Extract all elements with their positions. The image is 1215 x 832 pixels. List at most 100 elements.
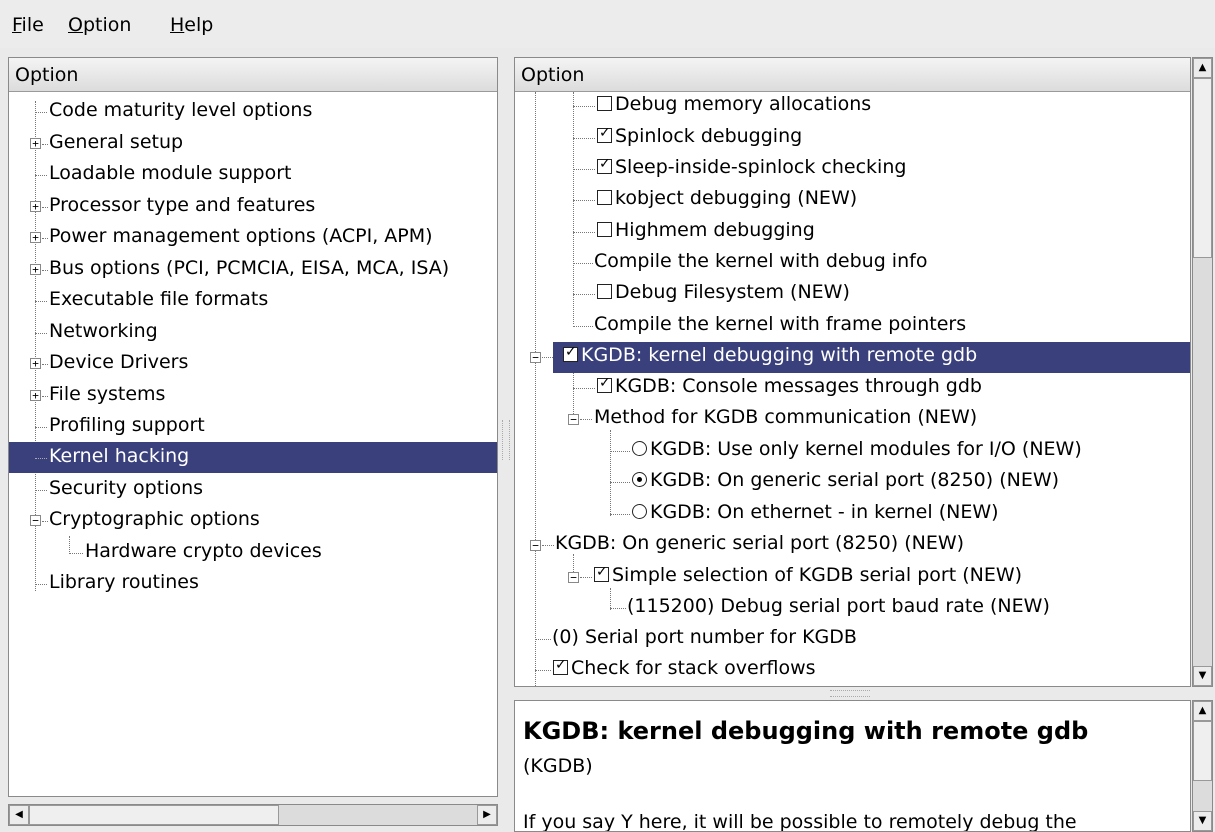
option-stack-overflows[interactable]: Check for stack overflows bbox=[515, 656, 1190, 686]
scroll-down-arrow-icon[interactable]: ▼ bbox=[1193, 811, 1212, 831]
vertical-scroll-thumb[interactable] bbox=[1193, 78, 1212, 258]
checkbox-checked[interactable] bbox=[563, 344, 578, 362]
scroll-right-arrow-icon[interactable]: ▶ bbox=[477, 805, 497, 825]
tree-item-bus-options[interactable]: + Bus options (PCI, PCMCIA, EISA, MCA, I… bbox=[9, 254, 497, 285]
checkbox[interactable] bbox=[597, 222, 612, 237]
option-serial-port-number[interactable]: (0) Serial port number for KGDB bbox=[515, 625, 1190, 656]
tree-branch bbox=[35, 490, 47, 491]
option-kgdb-modules-only[interactable]: KGDB: Use only kernel modules for I/O (N… bbox=[515, 437, 1190, 468]
collapse-icon[interactable]: − bbox=[568, 414, 579, 425]
tree-item-label: Cryptographic options bbox=[49, 508, 260, 530]
tree-item-label: Networking bbox=[49, 320, 158, 342]
right-column-header[interactable]: Option bbox=[515, 58, 1190, 92]
tree-item-processor-type[interactable]: + Processor type and features bbox=[9, 191, 497, 222]
menu-option[interactable]: Option bbox=[68, 14, 131, 36]
tree-item-general-setup[interactable]: + General setup bbox=[9, 128, 497, 159]
option-label: Simple selection of KGDB serial port (NE… bbox=[612, 564, 1023, 586]
tree-item-executable-formats[interactable]: Executable file formats bbox=[9, 285, 497, 316]
left-horizontal-scrollbar[interactable]: ◀ ▶ bbox=[8, 804, 498, 826]
tree-item-label: Bus options (PCI, PCMCIA, EISA, MCA, ISA… bbox=[49, 257, 450, 279]
option-kgdb-serial[interactable]: KGDB: On generic serial port (8250) (NEW… bbox=[515, 468, 1190, 499]
expand-icon[interactable]: + bbox=[30, 232, 41, 243]
option-label: KGDB: kernel debugging with remote gdb bbox=[581, 344, 978, 366]
radio-button-selected[interactable] bbox=[632, 472, 647, 487]
menu-help[interactable]: Help bbox=[170, 14, 213, 36]
option-kgdb-method[interactable]: − Method for KGDB communication (NEW) bbox=[515, 405, 1190, 436]
expand-icon[interactable]: + bbox=[30, 201, 41, 212]
option-kgdb-serial-group[interactable]: − KGDB: On generic serial port (8250) (N… bbox=[515, 531, 1190, 562]
option-debug-memory[interactable]: Debug memory allocations bbox=[515, 92, 1190, 123]
tree-branch bbox=[35, 427, 47, 428]
tree-item-cryptographic[interactable]: − Cryptographic options bbox=[9, 505, 497, 536]
vertical-scroll-thumb[interactable] bbox=[1193, 721, 1212, 781]
menu-help-mnemonic: H bbox=[170, 14, 185, 36]
option-label: Check for stack overflows bbox=[571, 657, 816, 679]
config-menu-tree[interactable]: Option Code maturity level options + Gen… bbox=[8, 57, 498, 797]
option-kgdb[interactable]: KGDB: kernel debugging with remote gdb bbox=[553, 342, 1190, 373]
tree-item-label: Hardware crypto devices bbox=[85, 540, 322, 562]
radio-button[interactable] bbox=[632, 441, 647, 456]
tree-item-label: Power management options (ACPI, APM) bbox=[49, 225, 433, 247]
option-simple-serial-selection[interactable]: − Simple selection of KGDB serial port (… bbox=[515, 563, 1190, 594]
collapse-icon[interactable]: − bbox=[530, 540, 541, 551]
tree-item-hardware-crypto[interactable]: Hardware crypto devices bbox=[9, 537, 497, 568]
pane-splitter-grip[interactable] bbox=[502, 420, 510, 460]
tree-item-library-routines[interactable]: Library routines bbox=[9, 568, 497, 599]
option-kobject-debugging[interactable]: kobject debugging (NEW) bbox=[515, 186, 1190, 217]
scroll-up-arrow-icon[interactable]: ▲ bbox=[1193, 701, 1212, 721]
expand-icon[interactable]: + bbox=[30, 138, 41, 149]
options-vertical-scrollbar[interactable]: ▲ ▼ bbox=[1192, 57, 1213, 687]
tree-item-power-management[interactable]: + Power management options (ACPI, APM) bbox=[9, 222, 497, 253]
tree-item-device-drivers[interactable]: + Device Drivers bbox=[9, 348, 497, 379]
tree-branch bbox=[610, 608, 626, 609]
tree-item-code-maturity[interactable]: Code maturity level options bbox=[9, 96, 497, 127]
collapse-icon[interactable]: − bbox=[568, 572, 579, 583]
expand-icon[interactable]: + bbox=[30, 264, 41, 275]
checkbox[interactable] bbox=[597, 284, 612, 299]
checkbox[interactable] bbox=[597, 96, 612, 111]
option-kgdb-console[interactable]: KGDB: Console messages through gdb bbox=[515, 374, 1190, 405]
config-options-tree[interactable]: Option Debug memory allocations Spinlock… bbox=[514, 57, 1191, 687]
tree-branch bbox=[535, 639, 551, 640]
menu-file[interactable]: File bbox=[12, 14, 44, 36]
left-column-header[interactable]: Option bbox=[9, 58, 497, 92]
scroll-left-arrow-icon[interactable]: ◀ bbox=[9, 805, 29, 825]
checkbox-checked[interactable] bbox=[594, 564, 609, 582]
option-kgdb-ethernet[interactable]: KGDB: On ethernet - in kernel (NEW) bbox=[515, 500, 1190, 531]
checkbox[interactable] bbox=[597, 190, 612, 205]
option-frame-pointers[interactable]: Compile the kernel with frame pointers bbox=[515, 312, 1190, 343]
scroll-up-arrow-icon[interactable]: ▲ bbox=[1193, 58, 1212, 78]
collapse-icon[interactable]: − bbox=[530, 352, 541, 363]
tree-item-kernel-hacking[interactable]: Kernel hacking bbox=[9, 442, 497, 473]
tree-branch bbox=[42, 144, 48, 145]
checkbox-checked[interactable] bbox=[597, 125, 612, 143]
expand-icon[interactable]: + bbox=[30, 358, 41, 369]
checkbox-checked[interactable] bbox=[597, 156, 612, 174]
option-highmem-debugging[interactable]: Highmem debugging bbox=[515, 218, 1190, 249]
menu-option-mnemonic: O bbox=[68, 14, 83, 36]
tree-item-security[interactable]: Security options bbox=[9, 474, 497, 505]
option-debug-filesystem[interactable]: Debug Filesystem (NEW) bbox=[515, 280, 1190, 311]
help-vertical-scrollbar[interactable]: ▲ ▼ bbox=[1192, 700, 1213, 832]
tree-branch bbox=[610, 451, 630, 452]
scroll-down-arrow-icon[interactable]: ▼ bbox=[1193, 666, 1212, 686]
tree-branch bbox=[35, 333, 47, 334]
tree-item-file-systems[interactable]: + File systems bbox=[9, 380, 497, 411]
option-spinlock-debugging[interactable]: Spinlock debugging bbox=[515, 124, 1190, 155]
tree-item-loadable-module[interactable]: Loadable module support bbox=[9, 159, 497, 190]
tree-branch bbox=[542, 357, 553, 358]
pane-splitter-grip[interactable] bbox=[830, 690, 870, 697]
radio-button[interactable] bbox=[632, 504, 647, 519]
checkbox-checked[interactable] bbox=[597, 375, 612, 393]
checkbox-checked[interactable] bbox=[553, 657, 568, 675]
tree-item-networking[interactable]: Networking bbox=[9, 317, 497, 348]
tree-branch bbox=[573, 232, 595, 233]
option-sleep-inside-spinlock[interactable]: Sleep-inside-spinlock checking bbox=[515, 155, 1190, 186]
collapse-icon[interactable]: − bbox=[30, 515, 41, 526]
option-debug-info[interactable]: Compile the kernel with debug info bbox=[515, 249, 1190, 280]
horizontal-scroll-thumb[interactable] bbox=[29, 805, 279, 825]
tree-item-profiling[interactable]: Profiling support bbox=[9, 411, 497, 442]
expand-icon[interactable]: + bbox=[30, 390, 41, 401]
tree-branch bbox=[580, 577, 592, 578]
option-baud-rate[interactable]: (115200) Debug serial port baud rate (NE… bbox=[515, 594, 1190, 625]
